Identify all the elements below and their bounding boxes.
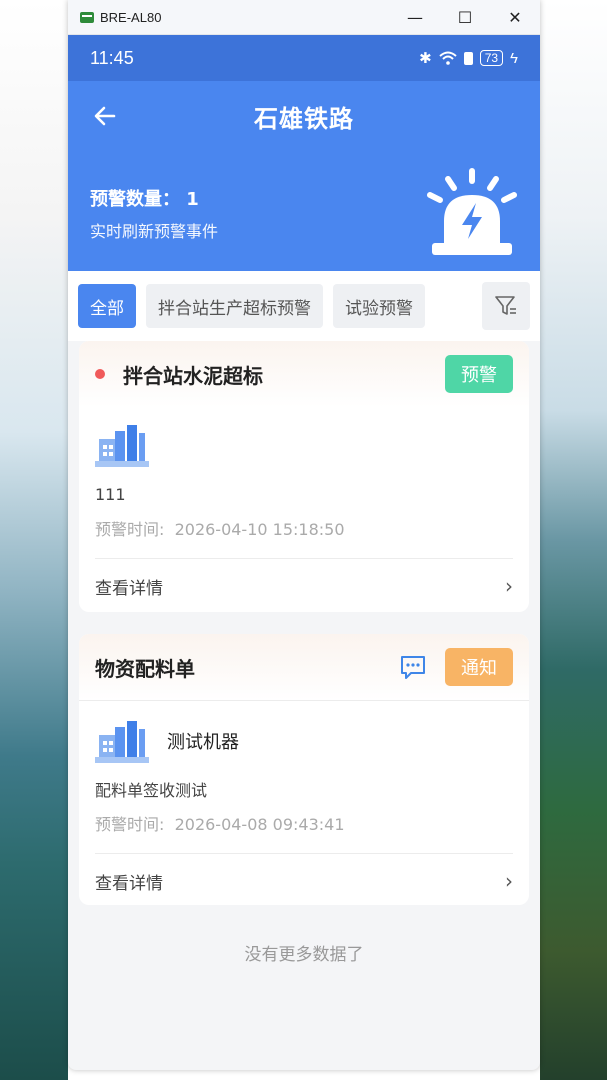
bluetooth-icon: ✱ — [419, 50, 432, 67]
desktop-wallpaper-left — [0, 0, 68, 1080]
warning-time-value: 2026-04-10 15:18:50 — [174, 520, 345, 539]
warning-time-value: 2026-04-08 09:43:41 — [174, 815, 345, 834]
card-header: 物资配料单 通知 — [79, 634, 529, 701]
app-icon — [80, 11, 94, 23]
warning-count: 预警数量： 1 — [90, 185, 199, 211]
tab-test-warning[interactable]: 试验预警 — [333, 284, 425, 328]
page-header: 石雄铁路 预警数量： 1 实时刷新预警事件 — [68, 81, 540, 271]
card-content: 111 — [95, 485, 126, 504]
maximize-button[interactable]: ☐ — [440, 0, 490, 34]
page-title: 石雄铁路 — [254, 105, 354, 133]
header-subtitle: 实时刷新预警事件 — [90, 222, 219, 241]
filter-tabs: 全部 拌合站生产超标预警 试验预警 — [68, 271, 540, 341]
notice-card[interactable]: 物资配料单 通知 测试机器 配料单签收测试 预警时间: 2026-04-08 0… — [79, 634, 529, 905]
warning-time-label: 预警时间: — [95, 815, 165, 834]
building-icon — [95, 425, 149, 467]
card-content: 配料单签收测试 — [95, 781, 208, 800]
filter-icon — [495, 296, 516, 315]
app-window: BRE-AL80 — ☐ ✕ 11:45 ✱ 73 ϟ 石雄铁路 预警数量： 1… — [68, 0, 540, 1070]
message-icon[interactable] — [399, 654, 427, 680]
window-title: BRE-AL80 — [100, 9, 162, 25]
building-icon — [95, 721, 149, 763]
chevron-right-icon: › — [505, 869, 513, 893]
view-details-label: 查看详情 — [95, 873, 163, 894]
notice-badge: 通知 — [445, 648, 513, 686]
phone-status-bar: 11:45 ✱ 73 ϟ — [68, 35, 540, 81]
card-title: 拌合站水泥超标 — [123, 363, 263, 388]
warning-time: 预警时间: 2026-04-08 09:43:41 — [95, 811, 513, 835]
view-details-link[interactable]: 查看详情 › — [95, 854, 513, 905]
warning-badge: 预警 — [445, 355, 513, 393]
tab-mixing-station-warning[interactable]: 拌合站生产超标预警 — [146, 284, 323, 328]
charging-icon: ϟ — [510, 49, 518, 67]
sim-alert-icon — [463, 51, 473, 65]
desktop-wallpaper-right — [540, 0, 607, 1080]
card-title: 物资配料单 — [95, 656, 195, 681]
minimize-button[interactable]: — — [390, 0, 440, 34]
wifi-icon — [439, 51, 457, 65]
warning-time-label: 预警时间: — [95, 520, 165, 539]
warning-count-label: 预警数量： — [90, 189, 180, 210]
battery-level: 73 — [479, 50, 504, 66]
view-details-link[interactable]: 查看详情 › — [95, 559, 513, 612]
siren-icon — [427, 168, 517, 255]
chevron-right-icon: › — [505, 574, 513, 598]
warning-count-value: 1 — [186, 189, 199, 210]
warning-card[interactable]: 拌合站水泥超标 预警 111 预警时间: 2026-04-10 15:18:50… — [79, 341, 529, 612]
card-header: 拌合站水泥超标 预警 — [79, 341, 529, 407]
no-more-data-text: 没有更多数据了 — [244, 945, 364, 965]
view-details-label: 查看详情 — [95, 578, 163, 599]
close-button[interactable]: ✕ — [490, 0, 540, 34]
status-time: 11:45 — [90, 47, 134, 68]
status-dot — [95, 369, 105, 379]
window-titlebar: BRE-AL80 — ☐ ✕ — [68, 0, 540, 35]
warning-time: 预警时间: 2026-04-10 15:18:50 — [95, 516, 513, 540]
filter-button[interactable] — [482, 282, 530, 330]
tab-all[interactable]: 全部 — [78, 284, 136, 328]
machine-name: 测试机器 — [167, 732, 239, 753]
